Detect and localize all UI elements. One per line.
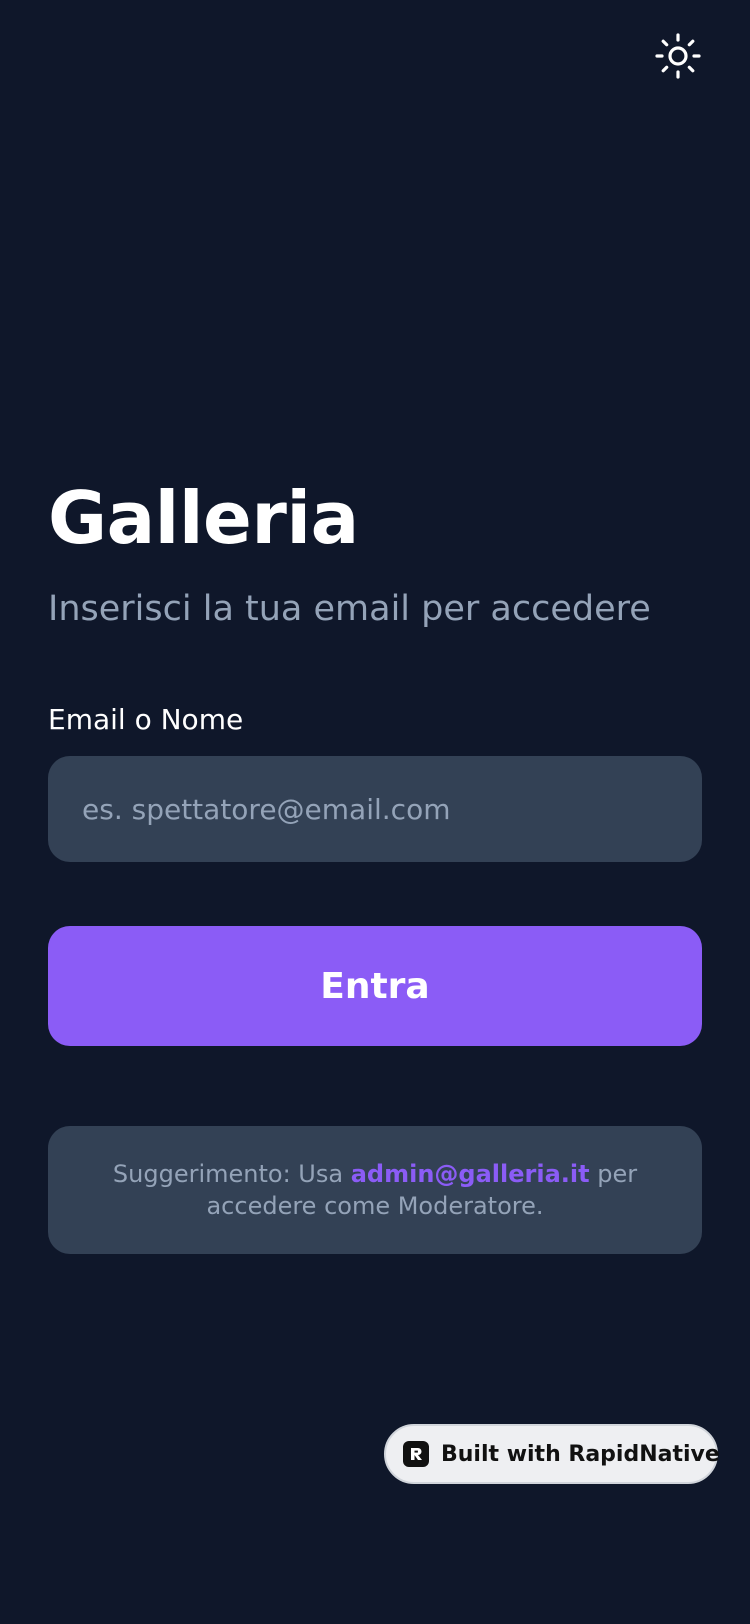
hint-prefix: Suggerimento: Usa: [112, 1160, 351, 1188]
page-subtitle: Inserisci la tua email per accedere: [48, 589, 651, 629]
hint-box: Suggerimento: Usa admin@galleria.it per …: [48, 1126, 702, 1254]
hint-admin-email: admin@galleria.it: [350, 1160, 590, 1188]
sun-icon: [655, 33, 701, 79]
hint-text: Suggerimento: Usa admin@galleria.it per …: [108, 1158, 642, 1222]
email-input[interactable]: [48, 756, 702, 862]
badge-label: Built with RapidNative: [441, 1441, 720, 1467]
enter-button[interactable]: Entra: [48, 926, 702, 1046]
rapidnative-logo-icon: [403, 1441, 429, 1467]
page-title: Galleria: [48, 476, 359, 560]
built-with-rapidnative-badge[interactable]: Built with RapidNative: [384, 1424, 720, 1484]
theme-toggle-button[interactable]: [654, 32, 702, 80]
email-field-label: Email o Nome: [48, 703, 244, 736]
